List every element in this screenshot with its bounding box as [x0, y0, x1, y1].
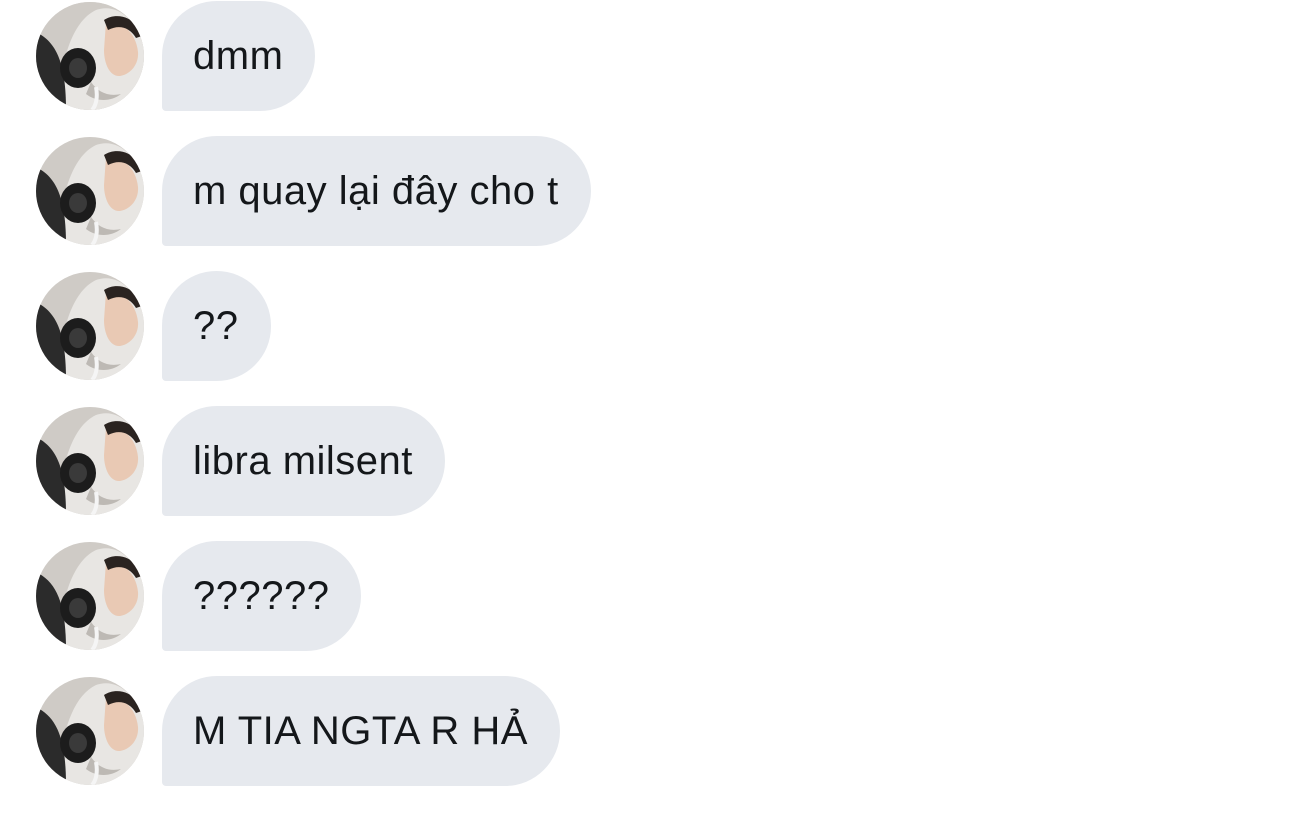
avatar-photo-icon	[36, 407, 144, 515]
avatar-photo-icon	[36, 272, 144, 380]
avatar-photo-icon	[36, 677, 144, 785]
message-row: ??????	[36, 541, 362, 651]
message-bubble[interactable]: libra milsent	[162, 406, 445, 516]
message-row: dmm	[36, 1, 316, 111]
message-thread: dmm m quay lại đây cho t ?? libra milsen…	[0, 0, 1290, 816]
avatar-photo-icon	[36, 2, 144, 110]
message-bubble[interactable]: ??	[162, 271, 271, 381]
message-bubble[interactable]: M TIA NGTA R HẢ	[162, 676, 560, 786]
message-bubble[interactable]: ??????	[162, 541, 362, 651]
message-bubble[interactable]: m quay lại đây cho t	[162, 136, 591, 246]
avatar-photo-icon	[36, 542, 144, 650]
avatar-photo-icon	[36, 137, 144, 245]
sender-avatar[interactable]	[36, 677, 144, 785]
message-row: M TIA NGTA R HẢ	[36, 676, 560, 786]
sender-avatar[interactable]	[36, 137, 144, 245]
message-row: ??	[36, 271, 271, 381]
sender-avatar[interactable]	[36, 2, 144, 110]
sender-avatar[interactable]	[36, 542, 144, 650]
message-row: libra milsent	[36, 406, 445, 516]
sender-avatar[interactable]	[36, 272, 144, 380]
sender-avatar[interactable]	[36, 407, 144, 515]
message-bubble[interactable]: dmm	[162, 1, 316, 111]
message-row: m quay lại đây cho t	[36, 136, 591, 246]
